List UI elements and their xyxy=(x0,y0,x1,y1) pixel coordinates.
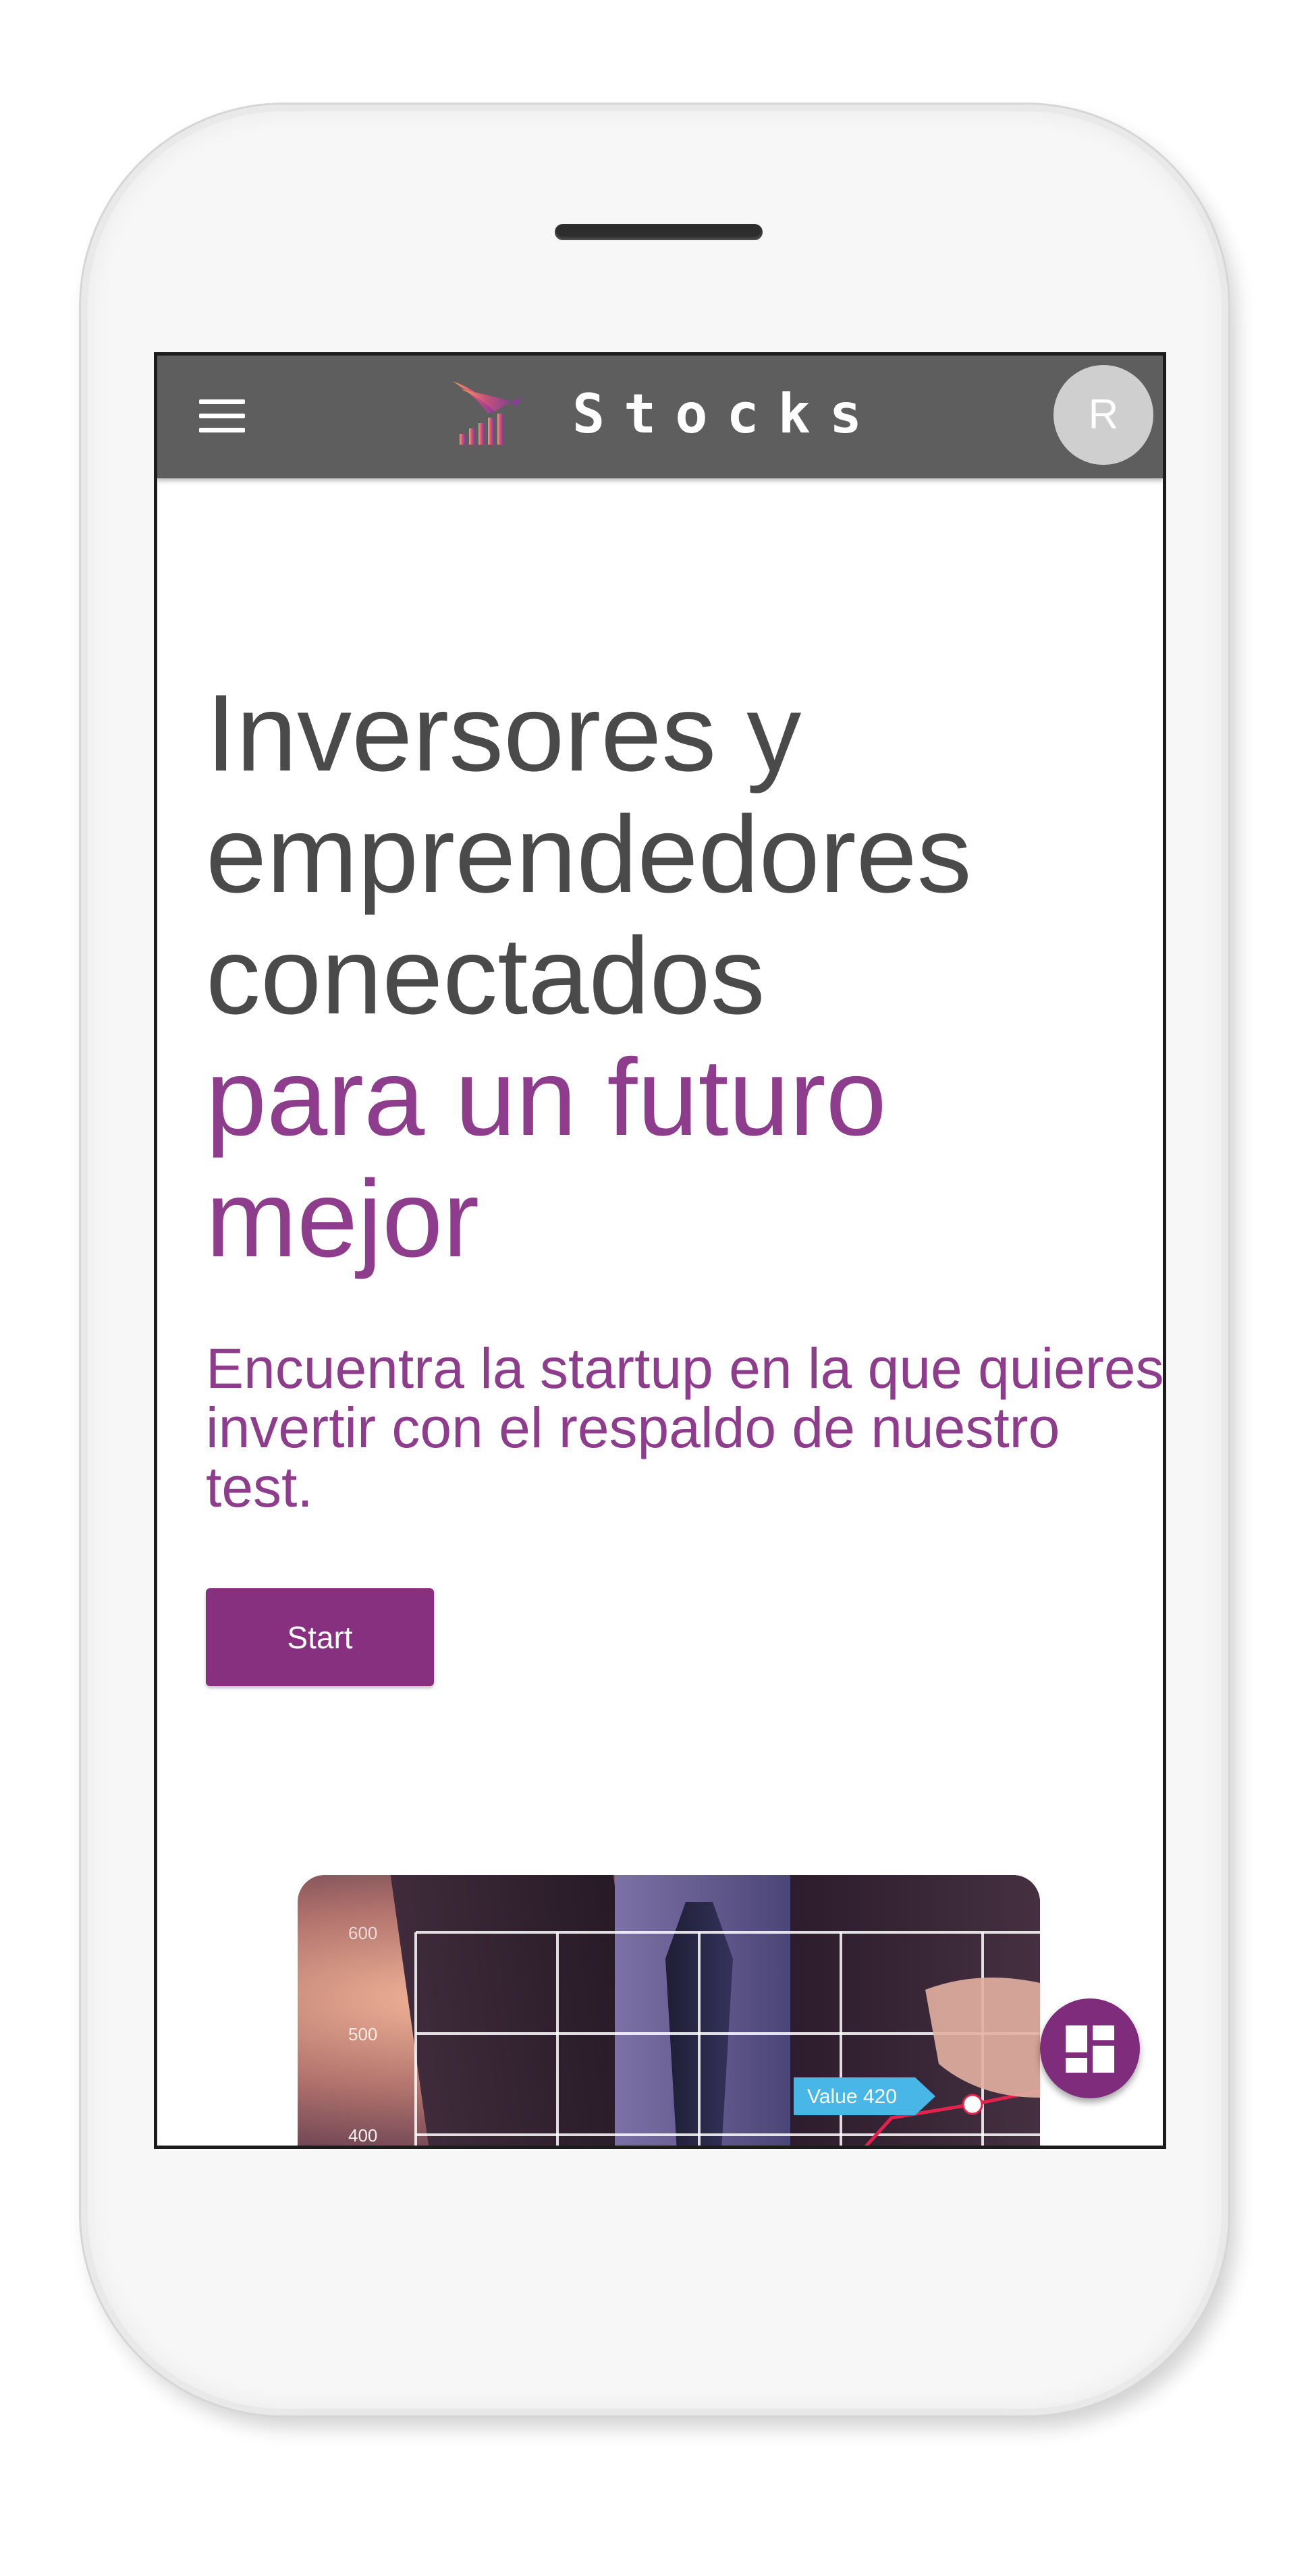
chart-tick-400: 400 xyxy=(348,2125,377,2146)
hero-image: 600 500 400 Value 420 xyxy=(298,1875,1040,2146)
dashboard-grid-icon xyxy=(1066,2025,1114,2073)
hero-subtitle: Encuentra la startup en la que quieres i… xyxy=(206,1337,1164,1519)
phone-speaker xyxy=(555,224,763,240)
user-avatar[interactable]: R xyxy=(1053,365,1153,465)
phone-screen: Stocks R Inversores y emprendedores conect… xyxy=(154,352,1166,2149)
hero-title-line-3: conectados xyxy=(206,915,765,1037)
hero-title-line-1: Inversores y xyxy=(206,672,802,794)
start-button[interactable]: Start xyxy=(206,1588,434,1686)
hero-title: Inversores y emprendedores conectados para … xyxy=(206,673,1137,1280)
chart-tick-500: 500 xyxy=(348,2024,377,2044)
hero-title-accent-line-1: para un futuro xyxy=(206,1036,887,1158)
hero-title-line-2: emprendedores xyxy=(206,793,972,916)
chart-overlay: 600 500 400 Value 420 xyxy=(348,1923,1040,2146)
bird-chart-logo-icon xyxy=(453,381,523,445)
hero-title-accent-line-2: mejor xyxy=(206,1158,480,1280)
chart-tick-600: 600 xyxy=(348,1923,377,1943)
hamburger-menu-icon[interactable] xyxy=(199,399,245,435)
brand-name[interactable]: Stocks xyxy=(572,383,881,445)
chart-callout: Value 420 xyxy=(807,2085,897,2108)
top-app-bar: Stocks R xyxy=(157,356,1163,478)
dashboard-fab-button[interactable] xyxy=(1040,1998,1140,2098)
